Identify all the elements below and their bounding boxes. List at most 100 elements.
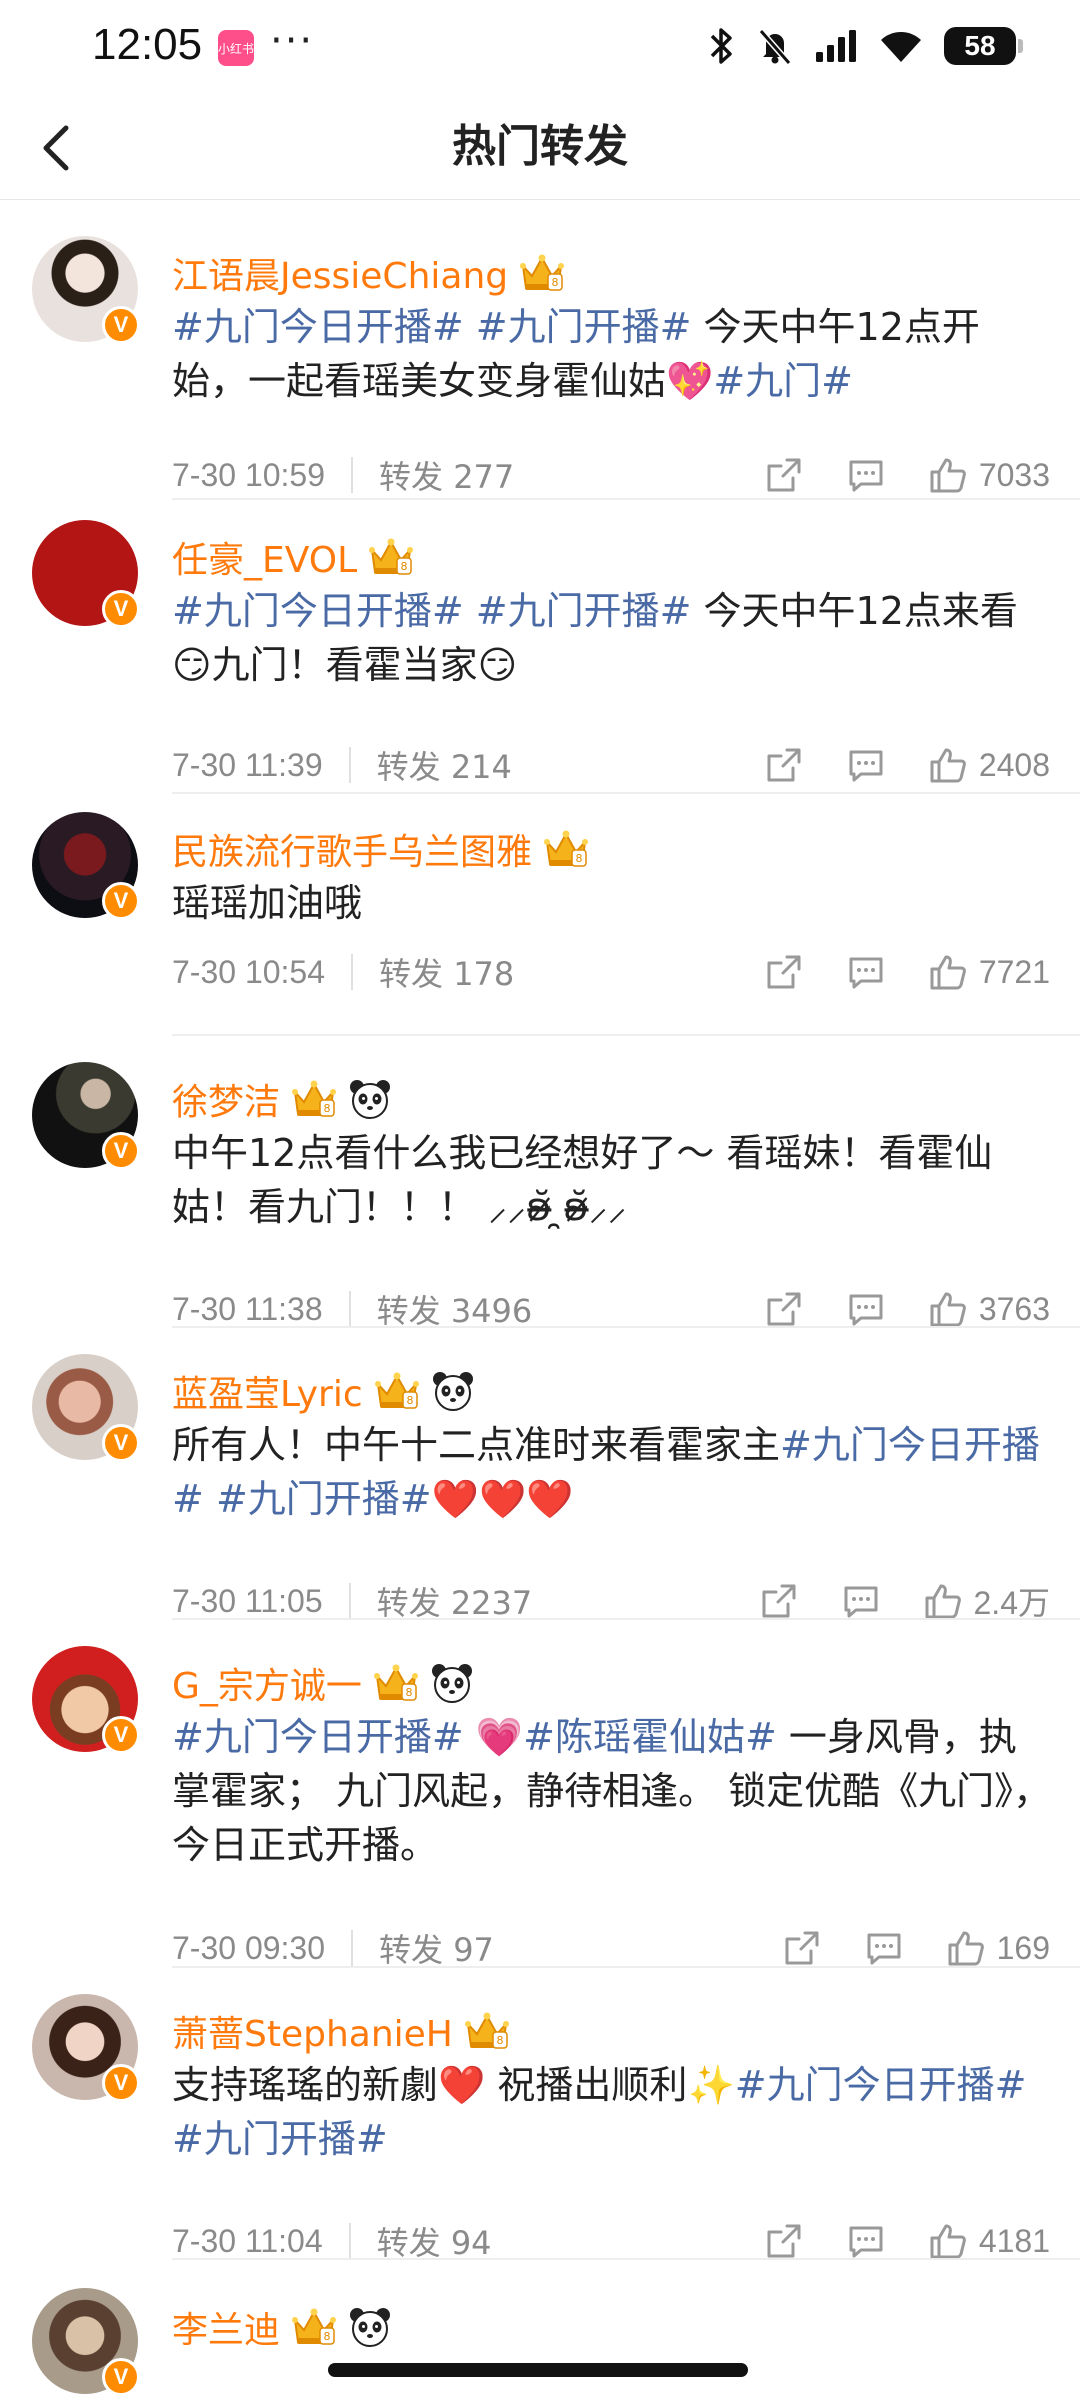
- status-time: 12:05: [92, 20, 203, 69]
- avatar[interactable]: V: [32, 1062, 140, 1170]
- share-button[interactable]: [763, 744, 805, 786]
- share-button[interactable]: [781, 1927, 823, 1969]
- user-name[interactable]: 任豪_EVOL: [172, 531, 357, 583]
- hashtag-link[interactable]: #九门今日开播#: [172, 589, 464, 633]
- post-text[interactable]: 支持瑤瑤的新劇❤️ 祝播出顺利✨#九门今日开播# #九门开播#: [172, 2058, 1052, 2166]
- share-icon: [785, 1931, 819, 1965]
- like-button[interactable]: 7033: [927, 454, 1050, 496]
- repost-item[interactable]: V 江语晨JessieChiang 8 #九门今日开播# #九门开播# 今天中午12点…: [0, 200, 1080, 500]
- svg-text:8: 8: [405, 1686, 412, 1699]
- post-text[interactable]: 所有人！中午十二点准时来看霍家主#九门今日开播# #九门开播#❤️❤️❤️: [172, 1418, 1052, 1526]
- post-time: 7-30 11:38: [172, 1290, 323, 1327]
- verified-badge-icon: V: [102, 1424, 140, 1462]
- post-time: 7-30 11:05: [172, 1582, 323, 1619]
- user-name[interactable]: 李兰迪: [172, 2301, 280, 2353]
- share-button[interactable]: [763, 2220, 805, 2262]
- name-row: 徐梦洁 8: [172, 1074, 392, 1124]
- user-name[interactable]: 徐梦洁: [172, 1073, 280, 1125]
- crown-icon: 8: [292, 2308, 337, 2345]
- like-count: 7721: [978, 953, 1050, 990]
- post-text[interactable]: #九门今日开播# 💗#陈瑶霍仙姑# 一身风骨，执掌霍家； 九门风起，静待相逢。 …: [172, 1710, 1052, 1872]
- avatar[interactable]: V: [32, 236, 140, 344]
- svg-text:8: 8: [552, 276, 559, 289]
- like-button[interactable]: 4181: [927, 2220, 1050, 2262]
- hashtag-link[interactable]: #九门开播#: [476, 589, 692, 633]
- repost-item[interactable]: V 任豪_EVOL 8 #九门今日开播# #九门开播# 今天中午12点来看😏九门！看霍…: [0, 500, 1080, 794]
- repost-count: 转发 97: [379, 1931, 494, 1969]
- avatar[interactable]: V: [32, 1646, 140, 1754]
- comment-button[interactable]: [840, 1580, 882, 1622]
- hashtag-link[interactable]: #九门今日开播#: [172, 305, 464, 349]
- repost-item[interactable]: V 民族流行歌手乌兰图雅 8 瑶瑶加油哦 7-30 10:54 转发 178 7721: [0, 792, 1080, 1036]
- share-button[interactable]: [763, 454, 805, 496]
- user-name[interactable]: 萧蔷StephanieH: [172, 2005, 453, 2057]
- post-time: 7-30 10:59: [172, 456, 326, 493]
- share-icon: [767, 458, 801, 492]
- repost-item[interactable]: V 蓝盈莹Lyric 8 所有人！中午十二点准时来看霍家主#九门今日开播# #九门开播…: [0, 1326, 1080, 1622]
- avatar[interactable]: V: [32, 520, 140, 628]
- post-time: 7-30 11:39: [172, 746, 323, 783]
- text-segment: [204, 1477, 216, 1521]
- battery-icon: 58: [944, 27, 1023, 65]
- post-text[interactable]: #九门今日开播# #九门开播# 今天中午12点来看😏九门！看霍当家😏: [172, 584, 1052, 692]
- name-row: G_宗方诚一 8: [172, 1658, 474, 1708]
- repost-item[interactable]: V 萧蔷StephanieH 8 支持瑤瑤的新劇❤️ 祝播出顺利✨#九门今日开播# #…: [0, 1966, 1080, 2262]
- user-name[interactable]: 民族流行歌手乌兰图雅: [172, 823, 532, 875]
- comment-button[interactable]: [845, 951, 887, 993]
- action-bar: 7033: [723, 450, 1050, 500]
- post-text[interactable]: #九门今日开播# #九门开播# 今天中午12点开始，一起看瑶美女变身霍仙姑💖#九…: [172, 300, 1052, 408]
- comment-button[interactable]: [845, 1288, 887, 1330]
- comment-icon: [844, 1586, 877, 1618]
- comment-button[interactable]: [845, 2220, 887, 2262]
- name-row: 江语晨JessieChiang 8: [172, 248, 566, 298]
- hashtag-link[interactable]: #九门今日开播#: [735, 2063, 1027, 2107]
- repost-item[interactable]: V 李兰迪 8: [0, 2258, 1080, 2400]
- comment-button[interactable]: [863, 1927, 905, 1969]
- hashtag-link[interactable]: #陈瑶霍仙姑#: [523, 1715, 777, 1759]
- more-notifications-icon: ···: [270, 18, 315, 64]
- hashtag-link[interactable]: #九门#: [713, 359, 853, 403]
- share-button[interactable]: [763, 1288, 805, 1330]
- repost-item[interactable]: V G_宗方诚一 8 #九门今日开播# 💗#陈瑶霍仙姑# 一身风骨，执掌霍家； 九门风…: [0, 1618, 1080, 1969]
- emoji: 💗: [475, 1715, 524, 1759]
- text-segment: 所有人！中午十二点准时来看霍家主: [172, 1423, 781, 1467]
- post-text[interactable]: 瑶瑶加油哦: [172, 876, 1052, 930]
- repost-item[interactable]: V 徐梦洁 8 中午12点看什么我已经想好了～ 看瑶妹！看霍仙姑！看九门！！！ ⸝⸝ʚ…: [0, 1034, 1080, 1330]
- user-name[interactable]: G_宗方诚一: [172, 1657, 362, 1709]
- like-icon: [930, 1292, 966, 1327]
- emoji: ❤️❤️❤️: [431, 1477, 574, 1521]
- meta-row: 7-30 10:54 转发 178 7721: [172, 947, 1052, 997]
- like-button[interactable]: 2408: [927, 744, 1050, 786]
- user-name[interactable]: 蓝盈莹Lyric: [172, 1365, 363, 1417]
- share-button[interactable]: [763, 951, 805, 993]
- wifi-icon: [881, 32, 921, 62]
- like-icon: [925, 1584, 961, 1619]
- like-icon: [930, 955, 966, 990]
- hashtag-link[interactable]: #九门开播#: [216, 1477, 432, 1521]
- like-count: 3763: [978, 1290, 1050, 1327]
- hashtag-link[interactable]: #九门开播#: [172, 2117, 388, 2161]
- repost-feed[interactable]: V 江语晨JessieChiang 8 #九门今日开播# #九门开播# 今天中午12点…: [0, 200, 1080, 2400]
- like-button[interactable]: 7721: [927, 951, 1050, 993]
- text-segment: 中午12点看什么我已经想好了～ 看瑶妹！看霍仙姑！看九门！！！ ⸝⸝ʚ̴̶̷̆ …: [172, 1131, 993, 1229]
- avatar[interactable]: V: [32, 812, 140, 920]
- name-row: 民族流行歌手乌兰图雅 8: [172, 824, 590, 874]
- name-row: 李兰迪 8: [172, 2302, 392, 2352]
- avatar[interactable]: V: [32, 2288, 140, 2396]
- comment-button[interactable]: [845, 454, 887, 496]
- crown-icon: 8: [374, 1372, 419, 1409]
- crown-icon: 8: [544, 830, 589, 867]
- user-name[interactable]: 江语晨JessieChiang: [172, 247, 508, 299]
- share-button[interactable]: [758, 1580, 800, 1622]
- emoji: 💖: [666, 359, 714, 403]
- avatar[interactable]: V: [32, 1354, 140, 1462]
- avatar[interactable]: V: [32, 1994, 140, 2102]
- text-segment: 支持瑤瑤的新劇: [172, 2063, 439, 2107]
- comment-button[interactable]: [845, 744, 887, 786]
- like-button[interactable]: 3763: [927, 1288, 1050, 1330]
- hashtag-link[interactable]: #九门今日开播#: [172, 1715, 464, 1759]
- like-button[interactable]: 169: [945, 1927, 1050, 1969]
- home-indicator[interactable]: [328, 2363, 748, 2377]
- hashtag-link[interactable]: #九门开播#: [476, 305, 692, 349]
- post-text[interactable]: 中午12点看什么我已经想好了～ 看瑶妹！看霍仙姑！看九门！！！ ⸝⸝ʚ̴̶̷̆ …: [172, 1126, 1052, 1234]
